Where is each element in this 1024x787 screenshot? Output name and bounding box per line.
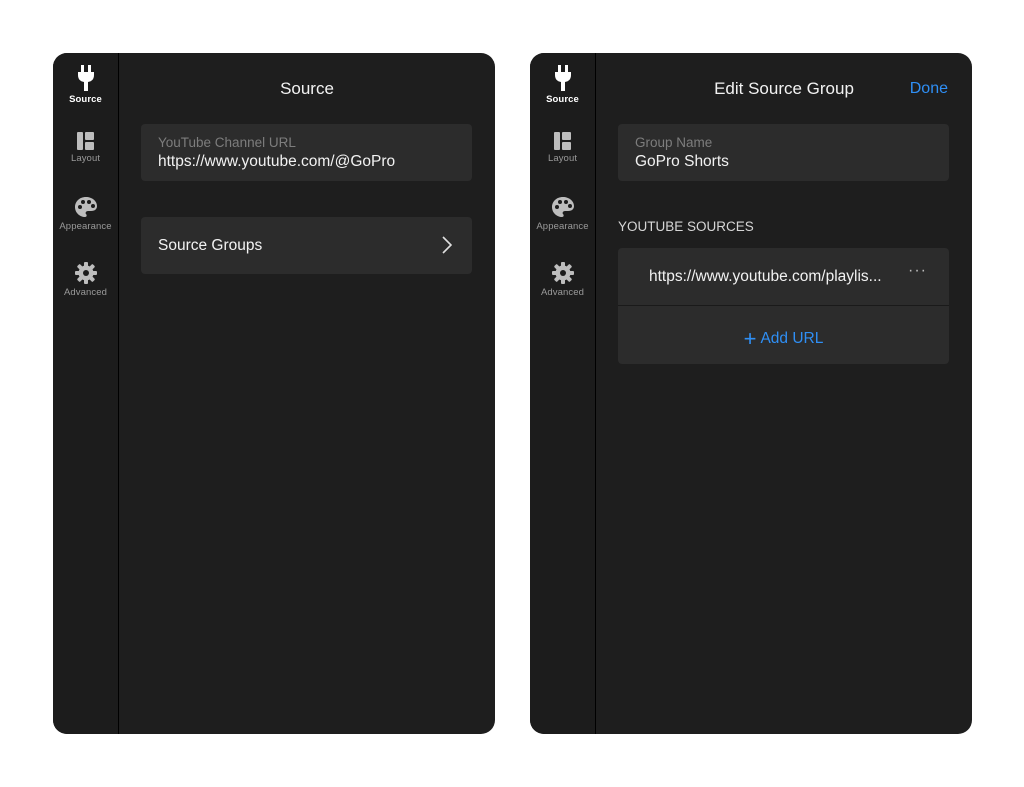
nav-item-appearance[interactable]: Appearance [530, 196, 595, 232]
plug-icon [554, 65, 571, 91]
source-groups-row[interactable]: Source Groups [141, 217, 472, 274]
layout-icon [77, 132, 94, 150]
plug-icon [77, 65, 94, 91]
page-title: Source [280, 79, 334, 98]
list-item[interactable]: https://www.youtube.com/playlis... ··· [618, 248, 949, 306]
edit-source-group-panel: Source Layout Appearance Advanced Edit S… [530, 53, 972, 734]
channel-url-input[interactable] [158, 153, 458, 171]
nav-item-appearance[interactable]: Appearance [53, 196, 118, 232]
nav-item-advanced[interactable]: Advanced [53, 262, 118, 298]
nav-label: Source [69, 94, 102, 105]
chevron-right-icon [442, 236, 452, 254]
nav-label: Source [546, 94, 579, 105]
content-area: Edit Source Group Done Group Name YOUTUB… [596, 53, 972, 734]
palette-icon [74, 197, 97, 217]
nav-item-advanced[interactable]: Advanced [530, 262, 595, 298]
done-button[interactable]: Done [910, 80, 948, 98]
plus-icon: + [743, 326, 757, 351]
nav-item-layout[interactable]: Layout [530, 132, 595, 164]
more-options-icon[interactable]: ··· [908, 262, 927, 280]
gear-icon [74, 262, 97, 284]
sidebar: Source Layout Appearance Advanced [53, 53, 119, 734]
channel-url-field[interactable]: YouTube Channel URL [141, 124, 472, 181]
nav-label: Layout [70, 153, 101, 164]
group-name-input[interactable] [635, 153, 935, 171]
nav-item-source[interactable]: Source [53, 65, 118, 105]
nav-label: Appearance [536, 221, 589, 232]
group-name-field[interactable]: Group Name [618, 124, 949, 181]
layout-icon [554, 132, 571, 150]
add-url-button[interactable]: + Add URL [618, 306, 949, 364]
nav-label: Appearance [59, 221, 112, 232]
content-area: Source YouTube Channel URL Source Groups [119, 53, 495, 734]
sidebar: Source Layout Appearance Advanced [530, 53, 596, 734]
source-url: https://www.youtube.com/playlis... [649, 268, 882, 285]
source-groups-label: Source Groups [158, 237, 263, 254]
source-settings-panel: Source Layout Appearance Advanced Source… [53, 53, 495, 734]
nav-item-source[interactable]: Source [530, 65, 595, 105]
palette-icon [551, 197, 574, 217]
gear-icon [551, 262, 574, 284]
nav-label: Advanced [540, 287, 585, 298]
youtube-sources-header: YOUTUBE SOURCES [618, 219, 754, 234]
youtube-sources-list: https://www.youtube.com/playlis... ··· +… [618, 248, 949, 364]
nav-label: Layout [547, 153, 578, 164]
nav-item-layout[interactable]: Layout [53, 132, 118, 164]
channel-url-label: YouTube Channel URL [158, 135, 296, 150]
group-name-label: Group Name [635, 135, 713, 150]
nav-label: Advanced [63, 287, 108, 298]
add-url-label: Add URL [760, 330, 824, 347]
